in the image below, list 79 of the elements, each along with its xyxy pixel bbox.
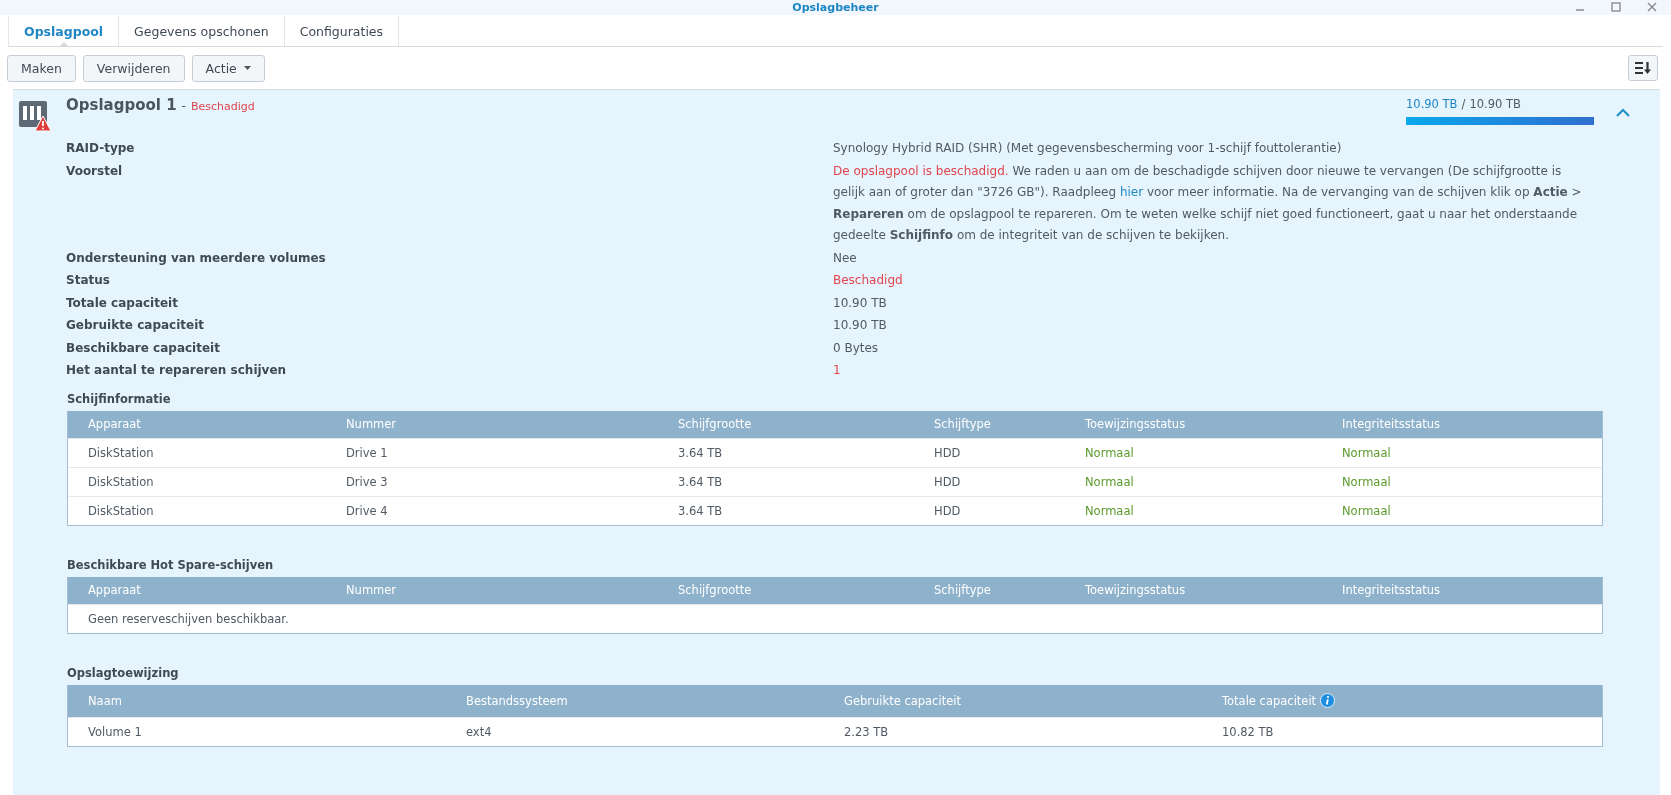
column-header: Apparaat — [88, 583, 141, 597]
table-cell: ext4 — [466, 724, 492, 739]
pool-name: Opslagpool 1 — [66, 96, 177, 114]
detail-label: Ondersteuning van meerdere volumes — [66, 249, 327, 267]
table-cell: Drive 3 — [346, 474, 388, 489]
empty-message: Geen reserveschijven beschikbaar. — [88, 611, 289, 626]
detail-label: Status — [66, 272, 111, 289]
window-title: Opslagbeheer — [792, 1, 879, 14]
table-cell: 2.23 TB — [844, 724, 889, 739]
column-header: Schijfgrootte — [678, 583, 752, 597]
column-header: Schijftype — [934, 583, 991, 597]
sort-icon — [1634, 61, 1652, 75]
detail-value: Synology Hybrid RAID (SHR) (Met gegevensbescherming voor 1-schijf fouttolerantie) — [833, 140, 1343, 157]
separator-text: / — [1461, 97, 1466, 111]
column-header: Toewijzingsstatus — [1085, 417, 1186, 431]
detail-label: Voorstel — [66, 162, 124, 180]
column-header: Totale capaciteit — [1222, 693, 1317, 708]
table-cell: HDD — [934, 474, 961, 489]
table-cell: Normaal — [1085, 445, 1134, 460]
detail-label: Beschikbare capaciteit — [66, 339, 221, 357]
column-header: Schijfgrootte — [678, 417, 752, 431]
column-header: Schijftype — [934, 417, 991, 431]
table-cell: Normaal — [1342, 445, 1391, 460]
column-header: Nummer — [346, 583, 397, 597]
detail-label: RAID-type — [66, 140, 136, 157]
pool-status: Beschadigd — [190, 100, 255, 113]
tab[interactable]: Configuraties — [283, 16, 400, 46]
toolbar-button[interactable]: Actie — [191, 54, 265, 82]
column-header: Gebruikte capaciteit — [844, 693, 961, 708]
table-cell: HDD — [934, 503, 961, 518]
column-header: Toewijzingsstatus — [1085, 583, 1186, 597]
detail-value: 10.90 TB — [833, 294, 888, 312]
detail-value: Beschadigd — [833, 272, 904, 289]
storage-warning-icon — [18, 99, 52, 133]
info-icon[interactable] — [1320, 693, 1336, 708]
table-cell: DiskStation — [88, 503, 154, 518]
column-header: Integriteitsstatus — [1342, 417, 1441, 431]
used-capacity: 10.90 TB — [1406, 97, 1458, 111]
section-title: Beschikbare Hot Spare-schijven — [67, 557, 275, 572]
table-cell: Normaal — [1342, 503, 1391, 518]
tab[interactable]: Gegevens opschonen — [118, 16, 284, 46]
table-cell: DiskStation — [88, 445, 154, 460]
total-capacity: 10.90 TB — [1469, 97, 1521, 111]
section-title: Opslagtoewijzing — [67, 665, 180, 680]
table-cell: 3.64 TB — [678, 503, 723, 518]
chevron-icon[interactable] — [1616, 108, 1630, 117]
table-cell: 3.64 TB — [678, 474, 723, 489]
separator-text: - — [181, 99, 186, 113]
table-cell: Normaal — [1342, 474, 1391, 489]
toolbar-button[interactable]: Verwijderen — [82, 54, 185, 82]
sort-button[interactable] — [1628, 55, 1658, 81]
table-cell: Drive 4 — [346, 503, 388, 518]
table-cell: HDD — [934, 445, 961, 460]
detail-value: Nee — [833, 249, 858, 267]
column-header: Integriteitsstatus — [1342, 583, 1441, 597]
table-cell: DiskStation — [88, 474, 154, 489]
table-cell: 3.64 TB — [678, 445, 723, 460]
detail-value: 1 — [833, 362, 842, 379]
table-cell: Volume 1 — [88, 724, 142, 739]
column-header: Apparaat — [88, 417, 141, 431]
column-header: Bestandssysteem — [466, 693, 568, 708]
section-title: Schijfinformatie — [67, 391, 172, 406]
detail-label: Totale capaciteit — [66, 294, 179, 312]
detail-value: De opslagpool is beschadigd. We raden u aan om de beschadigde schijven door nieuwe te vervangen (De schijfgrootte is gelijk aan of groter dan "3726 GB"). Raadpleeg hier voor meer informatie. Na de vervanging van de schijven klik op Actie > Repareren om de opslagpool te repareren. Om te weten welke schijf niet goed functioneert, gaat u naar het onderstaande gedeelte Schijfinfo om de integriteit van de schijven te bekijken. — [833, 162, 1583, 244]
toolbar-button[interactable]: Maken — [7, 54, 76, 82]
table-cell: Normaal — [1085, 503, 1134, 518]
info-link[interactable]: hier — [1119, 185, 1144, 199]
column-header: Naam — [88, 693, 122, 708]
detail-label: Gebruikte capaciteit — [66, 317, 206, 334]
detail-label: Het aantal te repareren schijven — [66, 362, 288, 379]
column-header: Nummer — [346, 417, 397, 431]
close-icon[interactable] — [1647, 2, 1657, 12]
detail-value: 10.90 TB — [833, 317, 888, 334]
table-cell: Drive 1 — [346, 445, 388, 460]
table-cell: Normaal — [1085, 474, 1134, 489]
maximize-icon[interactable] — [1611, 2, 1621, 12]
detail-value: 0 Bytes — [833, 339, 880, 357]
table-cell: 10.82 TB — [1222, 724, 1274, 739]
tab[interactable]: Opslagpool — [8, 16, 119, 46]
